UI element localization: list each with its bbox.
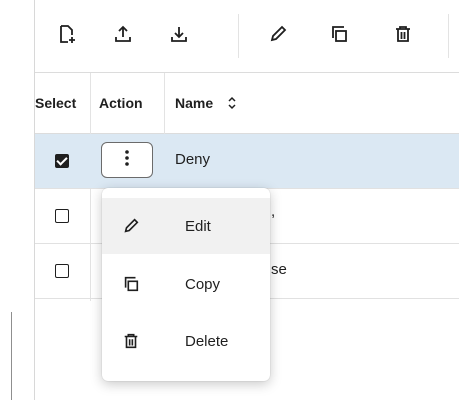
menu-item-edit[interactable]: Edit bbox=[102, 198, 270, 254]
new-document-button[interactable] bbox=[53, 22, 81, 50]
table-row[interactable]: Deny bbox=[35, 134, 459, 189]
menu-item-delete[interactable]: Delete bbox=[102, 313, 270, 369]
menu-item-label: Edit bbox=[185, 217, 211, 235]
trash-icon bbox=[120, 330, 142, 352]
actions-menu: Edit Copy Delete bbox=[102, 188, 270, 381]
copy-icon bbox=[329, 24, 349, 49]
toolbar-separator bbox=[448, 14, 449, 58]
row-name-partial: se bbox=[271, 261, 287, 278]
menu-item-label: Copy bbox=[185, 275, 221, 293]
download-button[interactable] bbox=[165, 22, 193, 50]
copy-button[interactable] bbox=[325, 22, 353, 50]
download-icon bbox=[169, 24, 189, 49]
row-actions-button[interactable] bbox=[101, 142, 153, 178]
toolbar-separator bbox=[238, 14, 239, 58]
edit-button[interactable] bbox=[264, 22, 292, 50]
toolbar bbox=[35, 0, 459, 73]
header-name[interactable]: Name bbox=[175, 73, 237, 133]
menu-item-copy[interactable]: Copy bbox=[102, 256, 270, 312]
sort-icon bbox=[227, 96, 237, 110]
pencil-icon bbox=[120, 215, 142, 237]
menu-item-label: Delete bbox=[185, 332, 229, 350]
trash-icon bbox=[393, 24, 413, 49]
pencil-icon bbox=[268, 24, 288, 49]
upload-button[interactable] bbox=[109, 22, 137, 50]
table-panel: Select Action Name Deny , se Edit Copy D… bbox=[34, 0, 459, 400]
more-vertical-icon bbox=[124, 149, 130, 172]
header-action: Action bbox=[99, 95, 143, 111]
upload-icon bbox=[113, 24, 133, 49]
header-name-label: Name bbox=[175, 95, 214, 111]
row-checkbox[interactable] bbox=[55, 154, 69, 168]
copy-icon bbox=[120, 273, 142, 295]
row-checkbox[interactable] bbox=[55, 209, 69, 223]
delete-button[interactable] bbox=[389, 22, 417, 50]
row-name: Deny bbox=[175, 151, 211, 168]
external-divider bbox=[11, 312, 12, 400]
row-checkbox[interactable] bbox=[55, 264, 69, 278]
header-select: Select bbox=[35, 95, 77, 111]
table-header: Select Action Name bbox=[35, 73, 459, 134]
new-document-icon bbox=[57, 24, 77, 49]
row-name-partial: , bbox=[271, 203, 276, 220]
